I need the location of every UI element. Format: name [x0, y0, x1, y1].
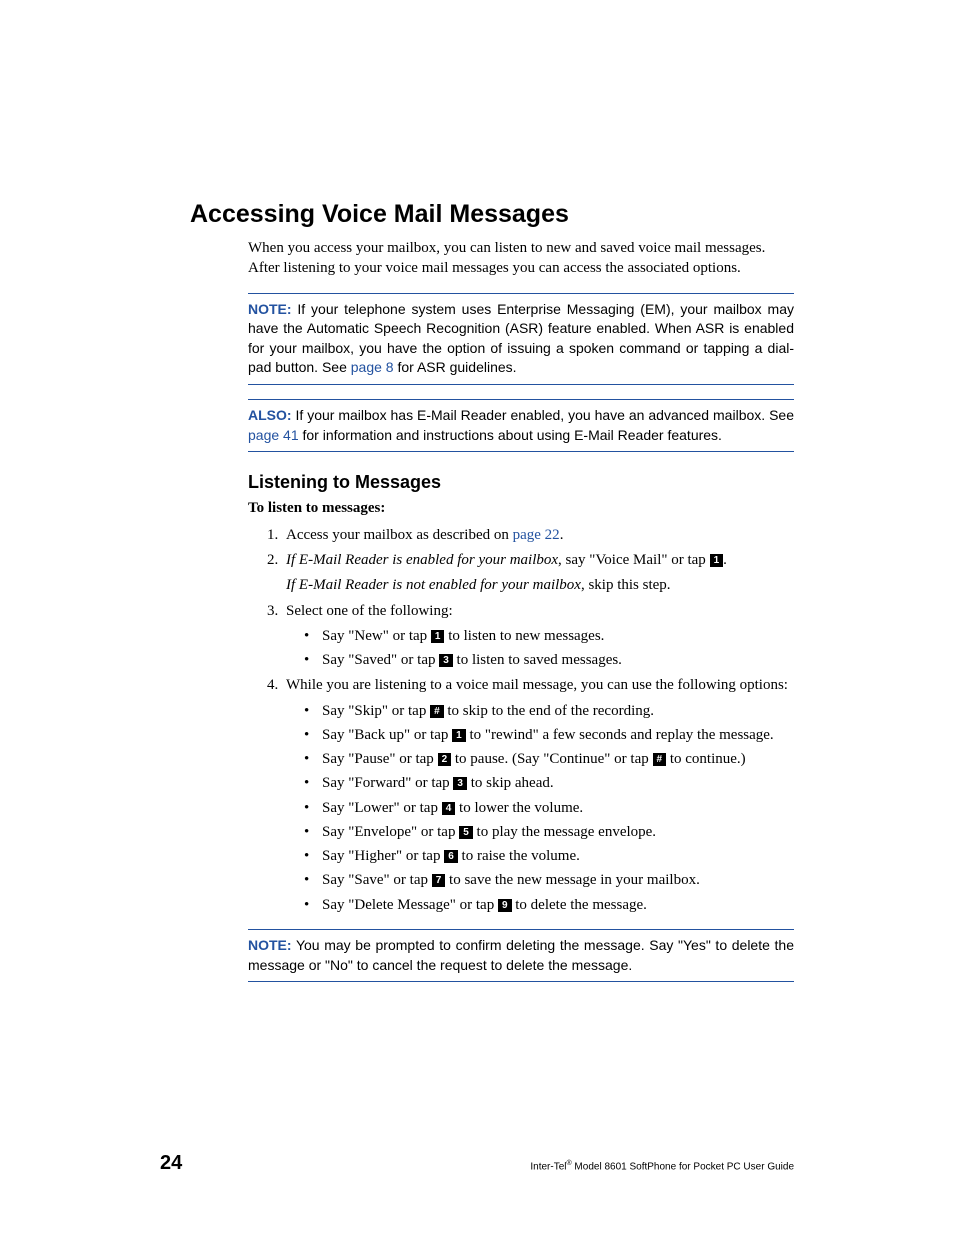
content-block: When you access your mailbox, you can li… — [248, 239, 794, 982]
list-item: Say "Forward" or tap 3 to skip ahead. — [304, 773, 794, 793]
step-text: . — [723, 552, 727, 568]
note-text: If your telephone system uses Enterprise… — [248, 301, 794, 376]
keypad-icon: # — [430, 705, 444, 718]
document-page: Accessing Voice Mail Messages When you a… — [0, 0, 954, 1235]
keypad-icon: 9 — [498, 899, 512, 912]
list-item: Say "Save" or tap 7 to save the new mess… — [304, 870, 794, 890]
list-item: Say "Higher" or tap 6 to raise the volum… — [304, 846, 794, 866]
list-item: Say "Envelope" or tap 5 to play the mess… — [304, 822, 794, 842]
page-title: Accessing Voice Mail Messages — [190, 200, 794, 229]
step: While you are listening to a voice mail … — [282, 675, 794, 915]
procedure-lead: To listen to messages: — [248, 499, 794, 519]
item-text: Say "New" or tap — [322, 628, 431, 644]
page-number: 24 — [160, 1152, 182, 1175]
step-text: Select one of the following: — [286, 603, 453, 619]
item-text: to continue.) — [666, 751, 746, 767]
item-text: to raise the volume. — [458, 848, 580, 864]
item-text: Say "Skip" or tap — [322, 703, 430, 719]
item-text: Say "Higher" or tap — [322, 848, 444, 864]
item-text: to listen to saved messages. — [453, 652, 622, 668]
page-link[interactable]: page 41 — [248, 427, 299, 443]
step: If E-Mail Reader is enabled for your mai… — [282, 550, 794, 596]
keypad-icon: 1 — [431, 630, 445, 643]
keypad-icon: 3 — [439, 654, 453, 667]
step-list: Access your mailbox as described on page… — [248, 525, 794, 915]
keypad-icon: 1 — [452, 729, 466, 742]
keypad-icon: 5 — [459, 826, 473, 839]
page-footer: 24 Inter-Tel® Model 8601 SoftPhone for P… — [160, 1152, 794, 1175]
step-text: , say "Voice Mail" or tap — [558, 552, 710, 568]
list-item: Say "Delete Message" or tap 9 to delete … — [304, 895, 794, 915]
keypad-icon: 2 — [438, 753, 452, 766]
sub-list: Say "Skip" or tap # to skip to the end o… — [304, 701, 794, 915]
page-link[interactable]: page 22 — [513, 527, 560, 543]
note-text: for ASR guidelines. — [394, 359, 517, 375]
footer-text: Inter-Tel — [530, 1161, 566, 1172]
item-text: to skip ahead. — [467, 775, 554, 791]
step-text: . — [560, 527, 564, 543]
list-item: Say "Pause" or tap 2 to pause. (Say "Con… — [304, 749, 794, 769]
item-text: to play the message envelope. — [473, 824, 656, 840]
list-item: Say "Back up" or tap 1 to "rewind" a few… — [304, 725, 794, 745]
item-text: Say "Lower" or tap — [322, 800, 442, 816]
intro-paragraph: When you access your mailbox, you can li… — [248, 239, 794, 279]
item-text: Say "Back up" or tap — [322, 727, 452, 743]
page-link[interactable]: page 8 — [351, 359, 394, 375]
item-text: to lower the volume. — [455, 800, 583, 816]
note-text: If your mailbox has E-Mail Reader enable… — [292, 407, 794, 423]
item-text: Say "Forward" or tap — [322, 775, 453, 791]
footer-doc-title: Inter-Tel® Model 8601 SoftPhone for Pock… — [530, 1160, 794, 1172]
item-text: to save the new message in your mailbox. — [445, 872, 700, 888]
also-label: ALSO: — [248, 407, 292, 423]
step: Select one of the following: Say "New" o… — [282, 601, 794, 671]
note-text: for information and instructions about u… — [299, 427, 722, 443]
subheading: Listening to Messages — [248, 472, 794, 493]
note-block: NOTE: You may be prompted to confirm del… — [248, 929, 794, 982]
note-text: You may be prompted to confirm deleting … — [248, 937, 794, 973]
keypad-icon: 3 — [453, 777, 467, 790]
also-block: ALSO: If your mailbox has E-Mail Reader … — [248, 399, 794, 452]
item-text: Say "Delete Message" or tap — [322, 897, 498, 913]
item-text: to pause. (Say "Continue" or tap — [451, 751, 652, 767]
step-text: While you are listening to a voice mail … — [286, 677, 788, 693]
item-text: to "rewind" a few seconds and replay the… — [466, 727, 774, 743]
step-text: Access your mailbox as described on — [286, 527, 513, 543]
item-text: to listen to new messages. — [444, 628, 604, 644]
item-text: to skip to the end of the recording. — [444, 703, 654, 719]
item-text: Say "Envelope" or tap — [322, 824, 459, 840]
keypad-icon: 6 — [444, 850, 458, 863]
footer-text: Model 8601 SoftPhone for Pocket PC User … — [572, 1161, 794, 1172]
note-label: NOTE: — [248, 937, 292, 953]
item-text: to delete the message. — [512, 897, 647, 913]
note-label: NOTE: — [248, 301, 292, 317]
step-text: , skip this step. — [581, 577, 671, 593]
item-text: Say "Saved" or tap — [322, 652, 439, 668]
keypad-icon: 7 — [432, 874, 446, 887]
item-text: Say "Pause" or tap — [322, 751, 438, 767]
list-item: Say "New" or tap 1 to listen to new mess… — [304, 626, 794, 646]
step-text: If E-Mail Reader is not enabled for your… — [286, 577, 581, 593]
keypad-icon: 1 — [710, 554, 724, 567]
sub-list: Say "New" or tap 1 to listen to new mess… — [304, 626, 794, 671]
keypad-icon: # — [653, 753, 667, 766]
keypad-icon: 4 — [442, 802, 456, 815]
step-text: If E-Mail Reader is enabled for your mai… — [286, 552, 558, 568]
step: Access your mailbox as described on page… — [282, 525, 794, 545]
note-block: NOTE: If your telephone system uses Ente… — [248, 293, 794, 385]
item-text: Say "Save" or tap — [322, 872, 432, 888]
list-item: Say "Saved" or tap 3 to listen to saved … — [304, 650, 794, 670]
list-item: Say "Lower" or tap 4 to lower the volume… — [304, 798, 794, 818]
list-item: Say "Skip" or tap # to skip to the end o… — [304, 701, 794, 721]
